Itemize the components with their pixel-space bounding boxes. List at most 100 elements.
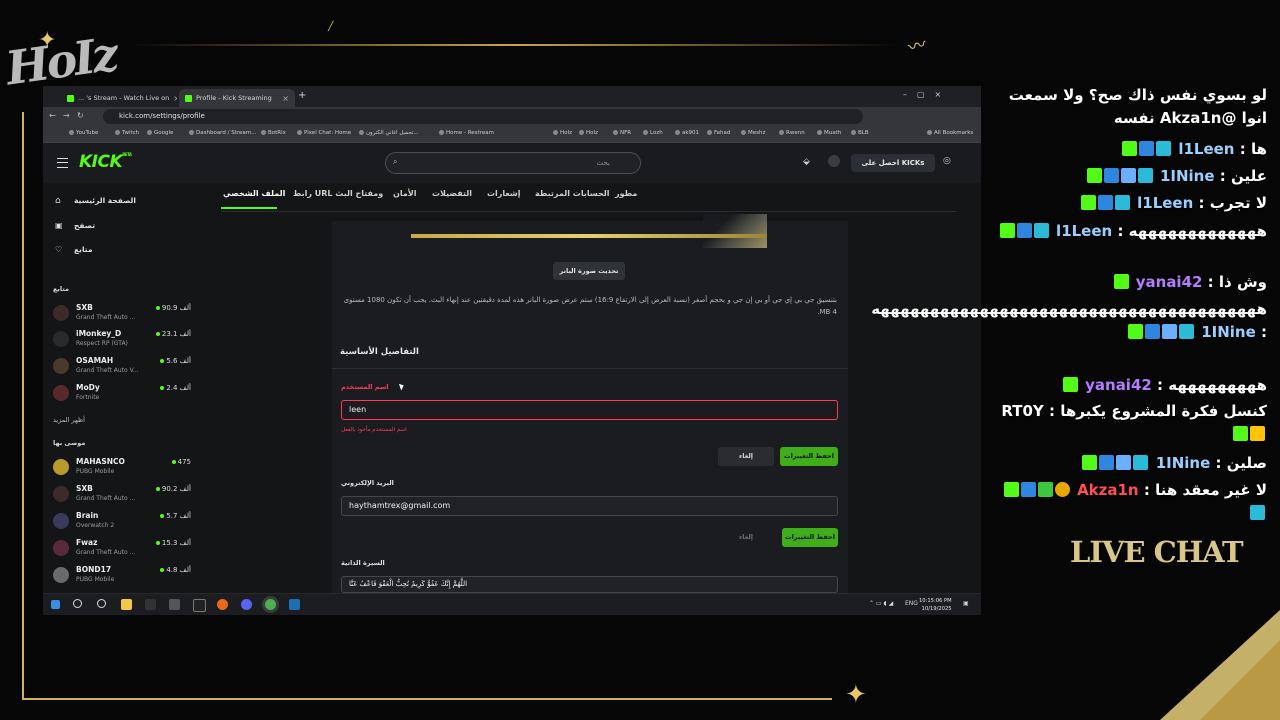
bookmark-item[interactable]: Dashboard / Stream... <box>189 130 256 136</box>
firefox-icon[interactable] <box>217 599 228 610</box>
bookmark-item[interactable]: HoIz <box>579 130 598 136</box>
tab-connected-accounts[interactable]: الحسابات المرتبطة <box>535 189 610 198</box>
bookmark-item[interactable]: Meshz <box>741 130 765 136</box>
bookmark-item[interactable]: Muath <box>817 130 841 136</box>
language-indicator[interactable]: ENG <box>905 600 918 607</box>
viewer-count: 2.4 ألف <box>160 384 191 392</box>
browser-tab-active[interactable]: Profile - Kick Streaming × <box>179 89 295 107</box>
time: 10:15:06 PM <box>919 598 952 604</box>
cancel-username-button[interactable]: إلغاء <box>718 447 774 466</box>
channel-game: Fortnite <box>76 394 100 401</box>
chat-username: 1INine <box>1201 323 1256 341</box>
tab-profile[interactable]: الملف الشخصي <box>223 189 285 198</box>
notification-icon[interactable]: ▣ <box>963 600 969 607</box>
chat-text: هههههههههه <box>1168 376 1267 394</box>
channel-item[interactable]: BOND17 PUBG Mobile 4.8 ألف <box>53 565 191 589</box>
bookmark-item[interactable]: BotRix <box>261 130 286 136</box>
cancel-email-button[interactable]: إلغاء <box>718 528 774 547</box>
channel-item[interactable]: OSAMAH Grand Theft Auto V... 5.6 ألف <box>53 356 191 380</box>
chat-text: لا غير معقد هنا <box>1155 481 1267 499</box>
bookmark-item[interactable]: HoIz <box>553 130 572 136</box>
notification-icon[interactable]: ⬙ <box>803 157 810 167</box>
bookmark-item[interactable]: Home - Restream <box>439 130 494 136</box>
tab-notifications[interactable]: إشعارات <box>487 189 521 198</box>
bookmark-item[interactable]: NFR <box>613 130 631 136</box>
settings-icon[interactable] <box>97 599 106 608</box>
search-icon[interactable] <box>73 599 82 608</box>
app-icon[interactable] <box>169 599 180 610</box>
bookmark-item[interactable]: BLB <box>851 130 869 136</box>
live-chat: لو بسوي نفس ذاك صح؟ ولا سمعت انوا @Akza1… <box>871 84 1275 534</box>
username-field[interactable]: leen <box>341 400 838 420</box>
tray-icons[interactable]: ⌃ ▭ ◖ ◢ <box>869 600 893 607</box>
steam-icon[interactable] <box>289 599 300 610</box>
app-icon[interactable] <box>193 599 206 612</box>
chat-icon[interactable]: ◎ <box>943 156 951 166</box>
tab-developer[interactable]: مطور <box>615 189 637 198</box>
bookmark-item[interactable]: ak901 <box>675 130 699 136</box>
bio-field[interactable]: اللَّهُمَّ إِنَّكَ عَفُوٌّ كَرِيمٌ تُحِب… <box>341 576 838 593</box>
channel-avatar <box>53 459 69 475</box>
chat-text: هههههههههههههه <box>1128 222 1267 240</box>
channel-item[interactable]: Fwaz Grand Theft Auto ... 15.3 ألف <box>53 538 191 562</box>
discord-icon[interactable] <box>241 599 252 610</box>
email-field[interactable]: haythamtrex@gmail.com <box>341 496 838 516</box>
reload-icon[interactable]: ↻ <box>77 111 84 120</box>
file-explorer-icon[interactable] <box>121 599 132 610</box>
banner-preview <box>703 214 767 248</box>
recommended-title: موصى بها <box>53 439 86 447</box>
channel-item[interactable]: MoDy Fortnite 2.4 ألف <box>53 383 191 407</box>
channel-item[interactable]: Brain Overwatch 2 5.7 ألف <box>53 511 191 535</box>
save-email-button[interactable]: احفظ التغييرات <box>782 528 838 547</box>
bookmark-item[interactable]: Pixel Chat: Home <box>297 130 351 136</box>
chat-username: l1Leen <box>1137 194 1194 212</box>
bookmark-item[interactable]: Twitch <box>115 130 139 136</box>
viewer-count: 5.7 ألف <box>160 512 191 520</box>
chat-message: كنسل فكرة المشروع يكبرها : RT0Y <box>995 400 1267 446</box>
bookmark-item[interactable]: Fahad <box>707 130 730 136</box>
tab-preferences[interactable]: التفضيلات <box>432 189 472 198</box>
browser-tab[interactable]: ... 's Stream - Watch Live on × <box>61 89 177 107</box>
tab-security[interactable]: الأمان <box>393 189 416 198</box>
bookmark-item[interactable]: YouTube <box>69 130 98 136</box>
search-input[interactable]: بحث <box>385 152 641 174</box>
chrome-icon[interactable] <box>265 599 276 610</box>
close-tab-icon[interactable]: × <box>282 94 289 103</box>
channel-avatar <box>53 331 69 347</box>
bookmark-item[interactable]: Lozh <box>643 130 663 136</box>
save-username-button[interactable]: احفظ التغييرات <box>780 447 838 466</box>
new-tab-icon[interactable]: + <box>298 90 306 101</box>
chat-text: علين <box>1231 167 1267 185</box>
app-icon[interactable] <box>145 599 156 610</box>
channel-item[interactable]: MAHASNCO PUBG Mobile 475 <box>53 457 191 481</box>
star-icon: ✦ <box>38 28 57 53</box>
sidebar-item-browse[interactable]: تصفح <box>74 221 95 230</box>
tab-stream-url-key[interactable]: رابط URL ومفتاح البث <box>293 189 383 198</box>
bookmark-item[interactable]: Google <box>147 130 173 136</box>
windows-start-icon[interactable] <box>51 600 60 609</box>
back-icon[interactable]: ← <box>49 111 56 120</box>
sidebar-item-home[interactable]: الصفحة الرئيسية <box>74 196 136 205</box>
channel-item[interactable]: SXB Grand Theft Auto ... 90.2 ألف <box>53 484 191 508</box>
chat-text: لو بسوي نفس ذاك صح؟ ولا سمعت انوا @Akza1… <box>1008 86 1267 127</box>
chat-username: 1INine <box>1159 167 1215 185</box>
kick-logo[interactable]: KICKBETA <box>79 152 132 172</box>
bookmark-item[interactable]: Rwenn <box>779 130 805 136</box>
update-banner-button[interactable]: تحديث صورة البانر <box>553 262 625 280</box>
forward-icon[interactable]: → <box>63 111 70 120</box>
menu-icon[interactable] <box>57 158 68 168</box>
bookmark-item[interactable]: تحميل اغاني الكترون... <box>359 130 419 136</box>
all-bookmarks[interactable]: All Bookmarks <box>927 130 973 136</box>
window-controls[interactable]: –▢× <box>903 90 951 99</box>
show-more-link[interactable]: أظهر المزيد <box>53 416 85 424</box>
sidebar-item-following[interactable]: متابع <box>74 245 92 254</box>
channel-avatar <box>53 358 69 374</box>
get-kicks-button[interactable]: احصل على KICKs <box>851 154 935 172</box>
taskbar: ⌃ ▭ ◖ ◢ ENG 10:15:06 PM 10/19/2025 ▣ <box>43 593 981 615</box>
avatar[interactable] <box>828 155 840 167</box>
channel-item[interactable]: iMonkey_D Respect RP (GTA) 23.1 ألف <box>53 329 191 353</box>
clock[interactable]: 10:15:06 PM 10/19/2025 <box>919 597 952 613</box>
url-input[interactable]: kick.com/settings/profile <box>103 109 863 124</box>
channel-item[interactable]: SXB Grand Theft Auto ... 90.9 ألف <box>53 303 191 327</box>
close-tab-icon[interactable]: × <box>173 94 177 103</box>
